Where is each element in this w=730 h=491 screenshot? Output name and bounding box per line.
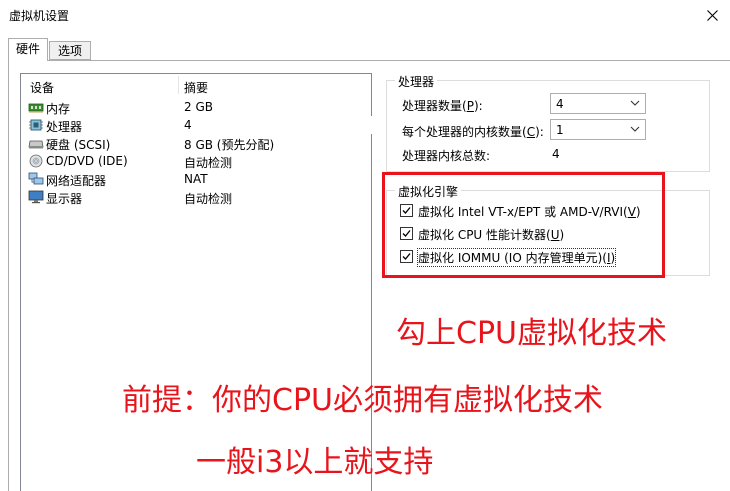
close-button[interactable]	[694, 0, 730, 30]
device-row-cd-dvd[interactable]: CD/DVD (IDE) 自动检测	[22, 152, 372, 170]
column-header-summary[interactable]: 摘要	[184, 79, 208, 96]
check-icon	[402, 253, 411, 260]
cores-per-processor-label: 每个处理器的内核数量(C):	[402, 125, 544, 139]
device-summary: NAT	[184, 172, 208, 186]
virtualize-vtx-label: 虚拟化 Intel VT-x/EPT 或 AMD-V/RVI(V)	[418, 205, 641, 219]
total-cores-label: 处理器内核总数:	[402, 149, 491, 163]
network-adapter-icon	[28, 172, 44, 185]
check-icon	[402, 230, 411, 237]
device-list-header: 设备 摘要	[21, 74, 371, 96]
hard-disk-icon	[28, 140, 44, 149]
virtualize-vtx-checkbox[interactable]	[400, 204, 413, 217]
device-summary: 自动检测	[184, 192, 233, 206]
virtualize-iommu-label: 虚拟化 IOMMU (IO 内存管理单元)(I)	[416, 248, 617, 267]
tab-options[interactable]: 选项	[49, 41, 91, 60]
column-header-device[interactable]: 设备	[30, 79, 54, 96]
device-name: 显示器	[46, 192, 83, 206]
virtualize-cpu-counters-label: 虚拟化 CPU 性能计数器(U)	[418, 228, 565, 242]
check-icon	[402, 207, 411, 214]
title-bar: 虚拟机设置	[0, 0, 730, 30]
device-row-network-adapter[interactable]: 网络适配器 NAT	[22, 170, 372, 188]
device-row-memory[interactable]: 内存 2 GB	[22, 98, 372, 116]
processor-count-label: 处理器数量(P):	[402, 99, 483, 113]
device-name: 硬盘 (SCSI)	[46, 138, 111, 152]
processor-count-select[interactable]: 4	[550, 93, 646, 114]
display-icon	[28, 190, 44, 204]
device-summary: 自动检测	[184, 156, 233, 170]
virtualize-cpu-counters-checkbox[interactable]	[400, 227, 413, 240]
device-name: 内存	[46, 102, 71, 116]
device-name: CD/DVD (IDE)	[46, 154, 128, 168]
device-name: 处理器	[46, 120, 83, 134]
close-icon	[706, 9, 718, 21]
device-row-hard-disk[interactable]: 硬盘 (SCSI) 8 GB (预先分配)	[22, 134, 372, 152]
device-row-display[interactable]: 显示器 自动检测	[22, 188, 372, 206]
annotation-enable-virtualization: 勾上CPU虚拟化技术	[396, 316, 667, 351]
column-divider[interactable]	[178, 76, 179, 94]
cores-per-processor-value: 1	[556, 123, 564, 137]
chevron-down-icon	[630, 126, 640, 132]
virtualization-group-title: 虚拟化引擎	[395, 183, 462, 200]
device-row-processor[interactable]: 处理器 4	[22, 116, 372, 134]
chevron-down-icon	[630, 100, 640, 106]
total-cores-value: 4	[552, 147, 560, 161]
processor-icon	[29, 119, 43, 131]
processor-group-title: 处理器	[395, 73, 438, 90]
cores-per-processor-select[interactable]: 1	[550, 119, 646, 140]
device-name: 网络适配器	[46, 174, 107, 188]
memory-icon	[28, 103, 44, 113]
device-summary: 2 GB	[184, 100, 213, 114]
window-title: 虚拟机设置	[9, 9, 70, 23]
tab-hardware[interactable]: 硬件	[8, 38, 48, 61]
device-summary: 8 GB (预先分配)	[184, 138, 275, 152]
device-list: 设备 摘要 内存 2 GB 处理器 4 硬盘 (SCSI) 8 GB (预先分配…	[20, 73, 372, 491]
annotation-prerequisite: 前提：你的CPU必须拥有虚拟化技术	[122, 383, 603, 418]
processor-count-value: 4	[556, 97, 564, 111]
annotation-support-note: 一般i3以上就支持	[196, 445, 434, 480]
virtualize-iommu-checkbox[interactable]	[400, 250, 413, 263]
device-summary: 4	[184, 118, 192, 132]
cd-dvd-icon	[29, 154, 43, 168]
